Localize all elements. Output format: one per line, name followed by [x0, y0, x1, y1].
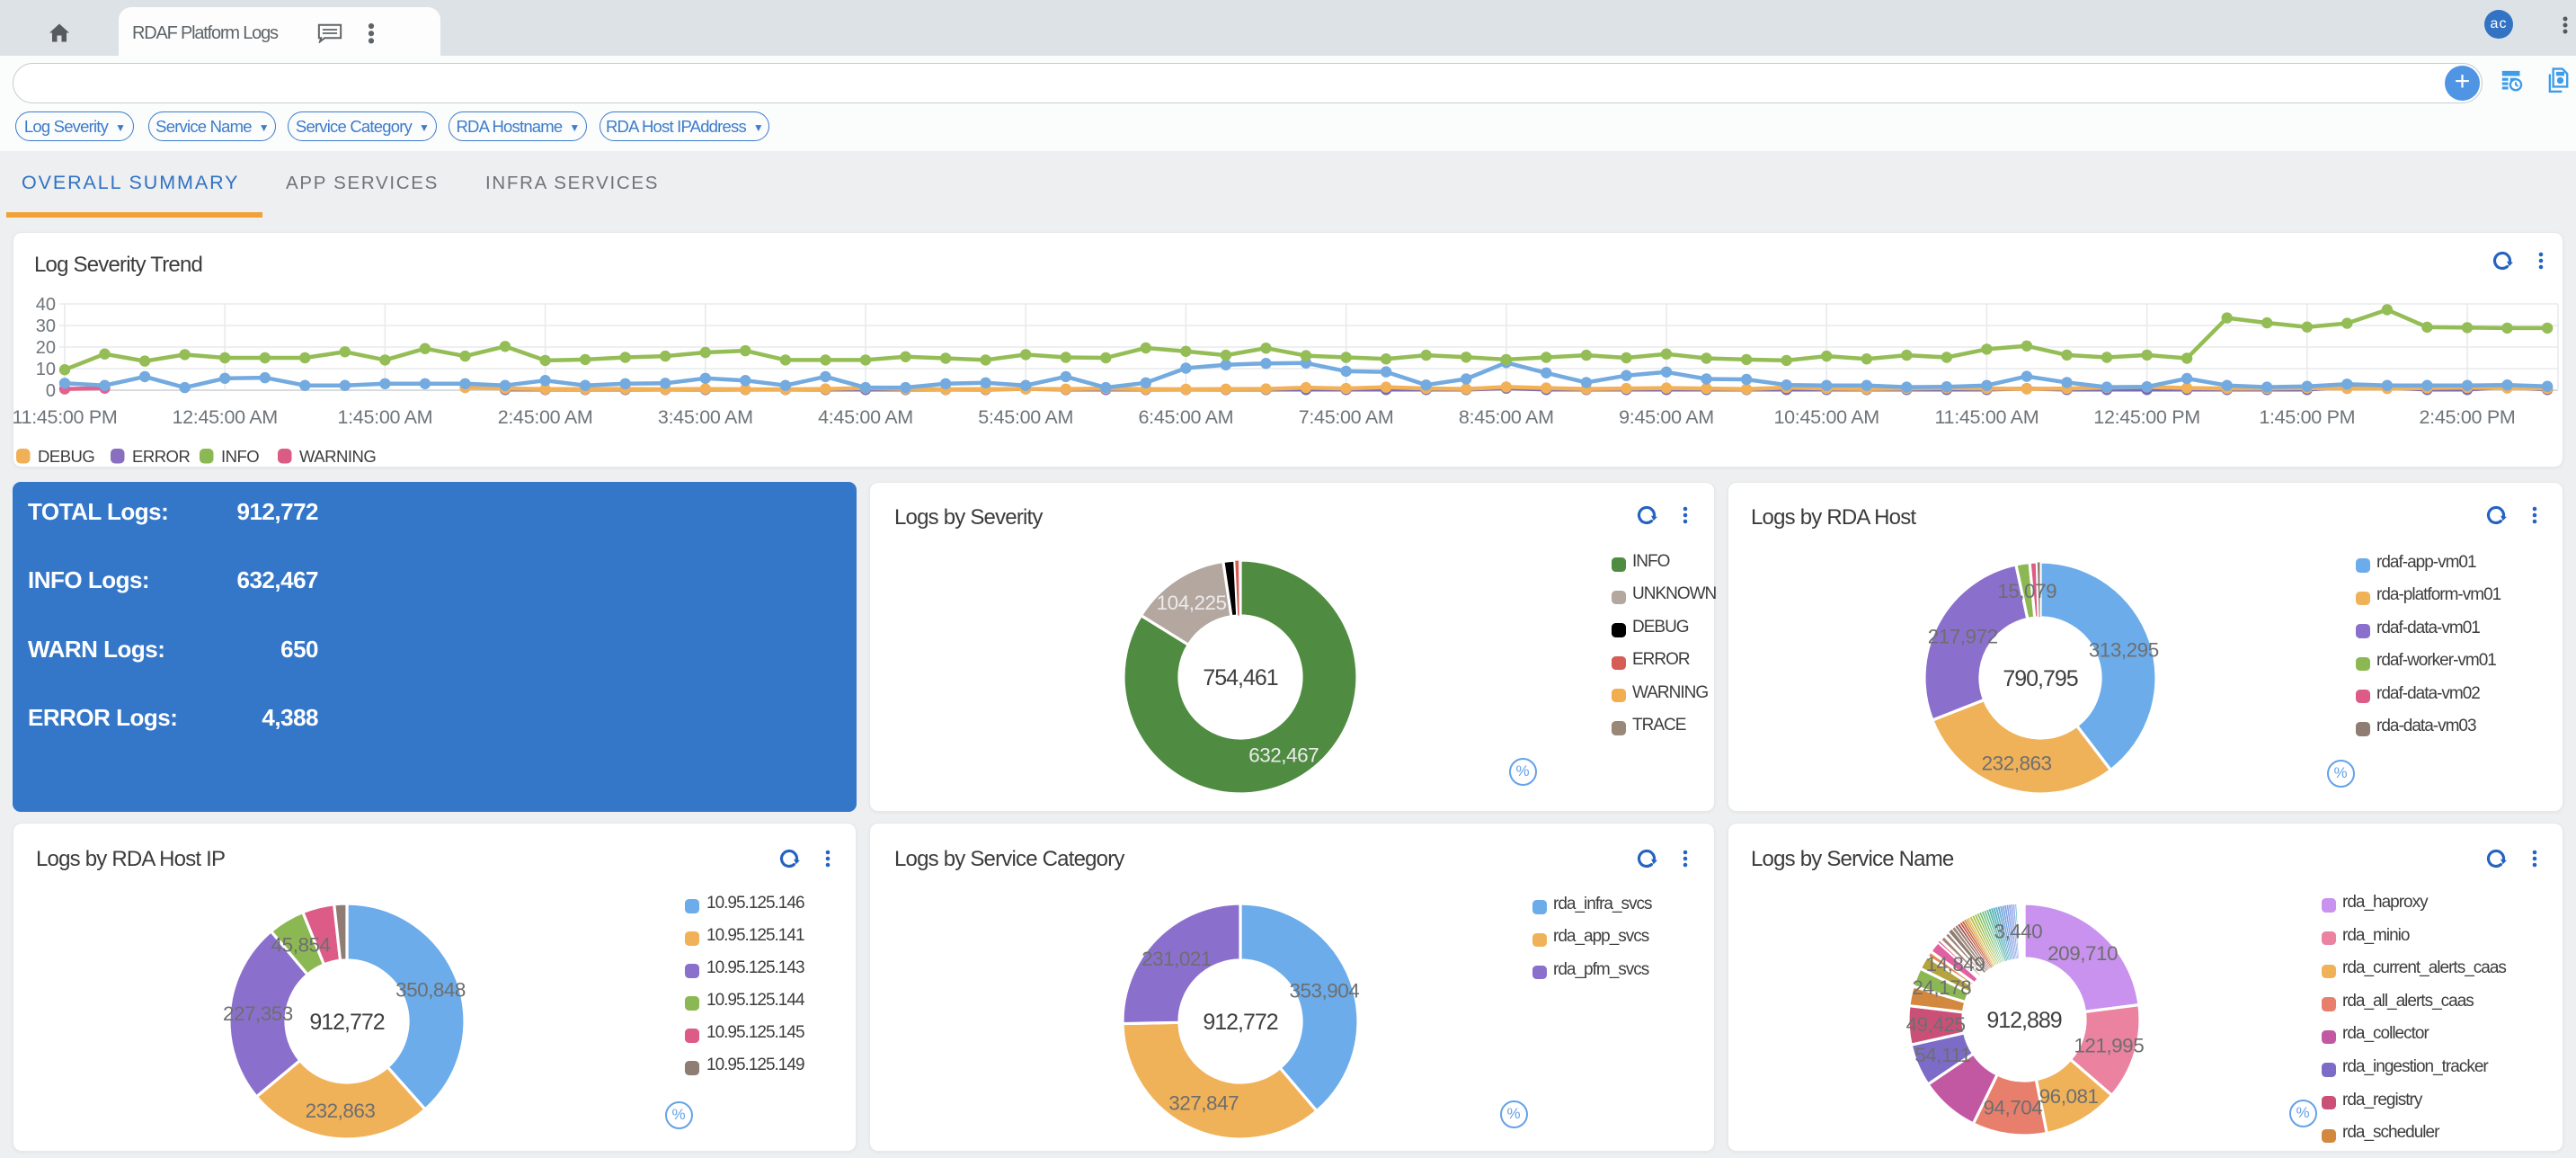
svg-text:8:45:00 AM: 8:45:00 AM	[1459, 406, 1554, 428]
svg-text:754,461: 754,461	[1203, 665, 1277, 690]
svg-text:11:45:00 AM: 11:45:00 AM	[1934, 406, 2039, 428]
svg-text:11:45:00 PM: 11:45:00 PM	[12, 406, 117, 428]
svg-text:231,021: 231,021	[1141, 948, 1212, 970]
svg-text:912,889: 912,889	[1986, 1008, 2061, 1033]
svg-text:232,863: 232,863	[1982, 752, 2052, 774]
svg-text:10: 10	[36, 360, 56, 379]
svg-text:313,295: 313,295	[2089, 639, 2159, 662]
svg-text:0: 0	[46, 381, 56, 401]
svg-text:INFO: INFO	[221, 447, 259, 466]
svg-text:ERROR: ERROR	[132, 447, 190, 466]
svg-text:121,995: 121,995	[2074, 1034, 2144, 1056]
svg-text:30: 30	[36, 316, 56, 336]
svg-text:10:45:00 AM: 10:45:00 AM	[1773, 406, 1879, 428]
svg-text:14,849: 14,849	[1926, 953, 1985, 975]
svg-text:12:45:00 PM: 12:45:00 PM	[2093, 406, 2200, 428]
svg-text:40: 40	[36, 295, 56, 315]
svg-text:104,225: 104,225	[1157, 592, 1227, 614]
svg-text:209,710: 209,710	[2047, 942, 2118, 965]
svg-text:12:45:00 AM: 12:45:00 AM	[172, 406, 277, 428]
svg-text:2:45:00 PM: 2:45:00 PM	[2420, 406, 2516, 428]
svg-text:WARNING: WARNING	[299, 447, 376, 466]
svg-text:232,863: 232,863	[306, 1100, 376, 1122]
svg-text:9:45:00 AM: 9:45:00 AM	[1619, 406, 1714, 428]
svg-text:45,854: 45,854	[271, 934, 331, 957]
svg-text:49,425: 49,425	[1906, 1013, 1966, 1036]
svg-text:632,467: 632,467	[1248, 744, 1319, 766]
svg-text:3,440: 3,440	[1994, 921, 2042, 943]
svg-text:1:45:00 AM: 1:45:00 AM	[338, 406, 433, 428]
svg-text:15,079: 15,079	[1997, 580, 2056, 602]
svg-text:327,847: 327,847	[1168, 1092, 1239, 1115]
svg-text:1:45:00 PM: 1:45:00 PM	[2259, 406, 2355, 428]
svg-text:353,904: 353,904	[1289, 980, 1359, 1002]
svg-text:2:45:00 AM: 2:45:00 AM	[498, 406, 593, 428]
svg-text:96,081: 96,081	[2039, 1085, 2099, 1108]
svg-text:7:45:00 AM: 7:45:00 AM	[1299, 406, 1394, 428]
svg-text:5:45:00 AM: 5:45:00 AM	[978, 406, 1073, 428]
svg-text:4:45:00 AM: 4:45:00 AM	[818, 406, 913, 428]
svg-text:DEBUG: DEBUG	[38, 447, 94, 466]
svg-text:912,772: 912,772	[309, 1010, 384, 1035]
svg-text:54,111: 54,111	[1914, 1044, 1970, 1066]
svg-text:20: 20	[36, 338, 56, 358]
svg-text:217,972: 217,972	[1928, 626, 1998, 648]
svg-text:24,178: 24,178	[1912, 976, 1971, 999]
svg-text:790,795: 790,795	[2003, 666, 2077, 691]
svg-text:6:45:00 AM: 6:45:00 AM	[1139, 406, 1234, 428]
svg-text:227,353: 227,353	[223, 1002, 293, 1025]
svg-text:94,704: 94,704	[1983, 1097, 2042, 1119]
svg-text:912,772: 912,772	[1203, 1010, 1277, 1035]
svg-text:350,848: 350,848	[395, 979, 466, 1002]
svg-text:3:45:00 AM: 3:45:00 AM	[658, 406, 753, 428]
